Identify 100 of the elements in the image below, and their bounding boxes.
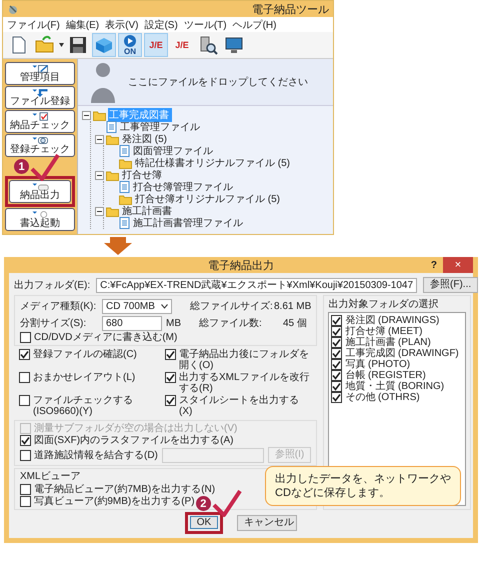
expander-icon[interactable] — [82, 110, 91, 120]
callout-tooltip: 出力したデータを、ネットワークや CDなどに保存します。 — [265, 466, 461, 506]
expander-icon[interactable] — [95, 206, 104, 216]
button[interactable]: OK — [190, 516, 218, 529]
group-title: 出力対象フォルダの選択 — [328, 299, 438, 311]
checkbox-label: 登録ファイルの確認(C) — [33, 349, 137, 360]
tick-icon — [166, 373, 175, 382]
sidebar-button[interactable]: 納品チェック — [5, 110, 75, 133]
step-badge: 1 — [14, 159, 29, 174]
tick-icon — [332, 382, 342, 391]
tick-icon — [332, 327, 342, 336]
button[interactable]: 参照(F)... — [423, 277, 478, 293]
folder-icon — [106, 170, 119, 180]
expander-icon[interactable] — [95, 134, 104, 144]
checkbox[interactable] — [331, 348, 342, 359]
folder-icon — [93, 110, 106, 120]
document-icon — [106, 121, 117, 133]
help-button[interactable]: ? — [430, 260, 437, 270]
tree-item[interactable]: 工事管理ファイル — [119, 120, 201, 134]
drop-zone[interactable]: ここにファイルをドロップしてください — [78, 59, 333, 106]
checkbox[interactable] — [331, 392, 342, 403]
checkbox[interactable] — [165, 372, 176, 383]
field-label: 出力フォルダ(E): — [14, 278, 90, 292]
field-label: 総ファイルサイズ: — [190, 300, 270, 313]
monitor-icon — [224, 35, 244, 55]
checkbox[interactable] — [165, 349, 176, 360]
checkbox-label: 工事完成図 (DRAWINGF) — [345, 348, 459, 359]
app-icon — [7, 3, 19, 15]
tree-item[interactable]: 打合せ簿オリジナルファイル (5) — [134, 192, 281, 206]
input-field[interactable] — [162, 448, 264, 462]
tree-item[interactable]: 施工計画書管理ファイル — [132, 216, 244, 230]
tree-item[interactable]: 図面管理ファイル — [132, 144, 214, 158]
menu-item[interactable]: ヘルプ(H) — [232, 18, 276, 32]
document-icon — [119, 217, 130, 229]
tick-icon — [166, 350, 175, 359]
checkbox[interactable] — [331, 370, 342, 381]
checkbox-label: CD/DVDメディアに書き込む(M) — [34, 332, 178, 343]
button[interactable]: キャンセル — [237, 515, 298, 531]
document-icon — [119, 145, 130, 157]
checkbox[interactable] — [331, 337, 342, 348]
toolbar-button[interactable]: J/E — [170, 33, 194, 57]
sidebar-button[interactable]: 管理項目 — [5, 62, 75, 85]
menu-item[interactable]: ツール(T) — [184, 18, 227, 32]
checkbox[interactable] — [20, 496, 31, 507]
sidebar-button[interactable]: 登録チェック — [5, 134, 75, 157]
checkbox-label: 道路施設情報を結合する(D) — [34, 450, 158, 460]
document-icon — [119, 181, 130, 193]
menu-item[interactable]: 設定(S) — [144, 18, 178, 32]
checkbox[interactable] — [20, 484, 31, 495]
checkbox-label: 電子納品ビューア(約7MB)を出力する(N) — [34, 484, 216, 495]
checkbox-label: 施工計画書 (PLAN) — [345, 337, 431, 348]
menu-item[interactable]: 編集(E) — [66, 18, 100, 32]
checkbox-label: おまかせレイアウト(L) — [33, 372, 136, 383]
checkbox[interactable] — [331, 315, 342, 326]
tree-item[interactable]: 打合せ簿管理ファイル — [132, 180, 234, 194]
checkbox[interactable] — [19, 395, 30, 406]
field-label: 分割サイズ(S): — [20, 316, 88, 330]
input-field[interactable]: C:¥FcApp¥EX-TREND武蔵¥エクスポート¥Xml¥Kouji¥20150309-1047 — [96, 278, 418, 292]
step-badge: 2 — [196, 496, 211, 511]
caret-icon — [59, 43, 64, 47]
person-silhouette — [88, 61, 118, 103]
tree-item[interactable]: 打合せ簿 — [121, 168, 163, 182]
dialog-title: 電子納品出力 — [208, 258, 274, 272]
toolbar-button[interactable]: J/E — [144, 33, 168, 57]
toolbar-button[interactable]: ON — [118, 33, 142, 57]
tick-icon — [332, 393, 342, 402]
sidebar-button[interactable]: 納品出力 — [9, 180, 71, 203]
input-field[interactable]: 680 — [102, 316, 162, 330]
expander-icon[interactable] — [95, 170, 104, 180]
checkbox[interactable] — [165, 395, 176, 406]
checkbox[interactable] — [331, 326, 342, 337]
menu-item[interactable]: 表示(V) — [105, 18, 138, 32]
tick-icon — [332, 349, 342, 358]
drop-hint: ここにファイルをドロップしてください — [128, 76, 308, 89]
tree-item[interactable]: 特記仕様書オリジナルファイル (5) — [134, 156, 291, 170]
value-text: 8.61 MB — [274, 300, 312, 312]
menu-item[interactable]: ファイル(F) — [7, 18, 60, 32]
checkbox[interactable] — [20, 332, 31, 343]
sidebar-button[interactable]: 書込起動 — [5, 208, 75, 231]
checkbox-label: 測量サブフォルダが空の場合は出力しない(V) — [34, 423, 238, 434]
tick-icon — [20, 350, 29, 359]
checkbox-label: 図面(SXF)内のラスタファイルを出力する(A) — [34, 435, 234, 446]
dropdown[interactable]: CD 700MB — [102, 298, 172, 314]
unit-text: MB — [166, 318, 181, 328]
checkbox[interactable] — [19, 349, 30, 360]
checkbox[interactable] — [19, 372, 30, 383]
checkbox[interactable] — [331, 359, 342, 370]
tree-item[interactable]: 施工計画書 — [121, 204, 173, 218]
tick-icon — [21, 436, 30, 445]
folder-icon — [106, 206, 119, 216]
checkbox[interactable] — [331, 381, 342, 392]
sidebar-button[interactable]: ファイル登録 — [5, 86, 75, 109]
checkbox[interactable] — [20, 450, 31, 460]
close-button[interactable]: × — [443, 257, 473, 273]
tree-item[interactable]: 発注図 (5) — [121, 132, 168, 146]
caret-icon — [161, 304, 168, 308]
value-text: 45 個 — [283, 317, 307, 330]
checkbox-label: 出力するXMLファイルを改行する(R) — [179, 372, 311, 394]
checkmark-icon — [30, 153, 60, 183]
checkbox[interactable] — [20, 435, 31, 446]
